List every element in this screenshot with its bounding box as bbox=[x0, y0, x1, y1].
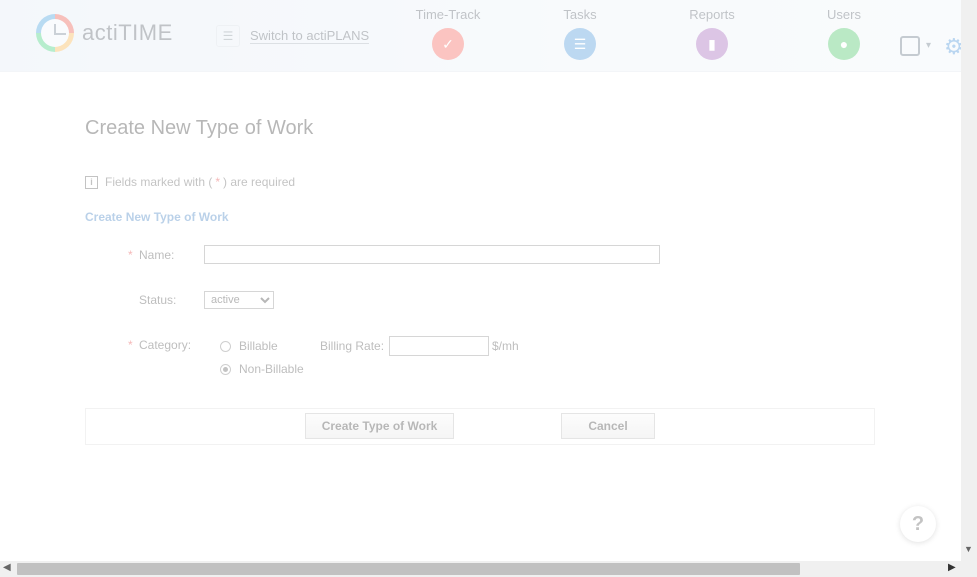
form-button-bar bbox=[85, 408, 875, 445]
info-icon: i bbox=[85, 175, 98, 189]
name-input[interactable] bbox=[204, 245, 660, 264]
bar-chart-icon: ▮ bbox=[696, 28, 728, 60]
billable-radio[interactable] bbox=[220, 341, 231, 352]
user-icon: ● bbox=[828, 28, 860, 60]
clock-hand-icon bbox=[54, 24, 66, 35]
nav-tasks[interactable]: Tasks ☰ bbox=[540, 7, 620, 60]
section-title: Create New Type of Work bbox=[85, 210, 229, 224]
nav-users[interactable]: Users ● bbox=[804, 7, 884, 60]
actitime-logo-icon[interactable] bbox=[36, 14, 74, 52]
create-type-of-work-button[interactable]: Create Type of Work bbox=[305, 413, 454, 439]
scroll-right-arrow-icon[interactable]: ▶ bbox=[948, 562, 956, 573]
name-required-star: * bbox=[128, 248, 133, 262]
page-title: Create New Type of Work bbox=[85, 117, 314, 139]
switch-to-actiplans-label: Switch to actiPLANS bbox=[250, 28, 370, 44]
app-header: actiTIME ☰ Switch to actiPLANS Time-Trac… bbox=[0, 0, 964, 72]
brand-name[interactable]: actiTIME bbox=[82, 20, 173, 46]
nav-time-track-label: Time-Track bbox=[415, 7, 481, 22]
help-button[interactable]: ? bbox=[900, 506, 936, 542]
billing-rate-input[interactable] bbox=[389, 336, 489, 356]
billing-rate-label: Billing Rate: bbox=[320, 339, 385, 353]
billable-label[interactable]: Billable bbox=[239, 339, 278, 353]
non-billable-label[interactable]: Non-Billable bbox=[239, 362, 304, 376]
required-star: * bbox=[215, 175, 221, 189]
required-note-suffix: ) are required bbox=[223, 175, 296, 189]
required-note-prefix: Fields marked with ( bbox=[105, 175, 213, 189]
nav-tasks-label: Tasks bbox=[563, 7, 597, 22]
calendar-icon[interactable] bbox=[900, 36, 920, 56]
rate-unit-label: $/mh bbox=[492, 339, 519, 353]
scroll-left-arrow-icon[interactable]: ◀ bbox=[3, 562, 11, 573]
switch-to-actiplans-link[interactable]: ☰ Switch to actiPLANS bbox=[216, 24, 370, 48]
cancel-button[interactable]: Cancel bbox=[561, 413, 655, 439]
chevron-down-icon[interactable]: ▾ bbox=[926, 40, 931, 51]
switch-app-icon: ☰ bbox=[216, 25, 240, 47]
status-label: Status: bbox=[139, 293, 177, 307]
nav-users-label: Users bbox=[827, 7, 861, 22]
name-label: Name: bbox=[139, 248, 175, 262]
checkmark-icon: ✓ bbox=[432, 28, 464, 60]
non-billable-radio[interactable] bbox=[220, 364, 231, 375]
task-list-icon: ☰ bbox=[564, 28, 596, 60]
horizontal-scrollbar-thumb[interactable] bbox=[17, 563, 800, 575]
nav-time-track[interactable]: Time-Track ✓ bbox=[408, 7, 488, 60]
category-required-star: * bbox=[128, 338, 133, 352]
status-select[interactable]: active bbox=[204, 291, 274, 309]
scroll-down-arrow-icon[interactable]: ▼ bbox=[964, 544, 973, 554]
nav-reports-label: Reports bbox=[689, 7, 735, 22]
category-label: Category: bbox=[139, 338, 192, 352]
required-fields-note: i Fields marked with ( * ) are required bbox=[85, 175, 295, 189]
vertical-scrollbar[interactable] bbox=[961, 0, 977, 561]
nav-reports[interactable]: Reports ▮ bbox=[672, 7, 752, 60]
